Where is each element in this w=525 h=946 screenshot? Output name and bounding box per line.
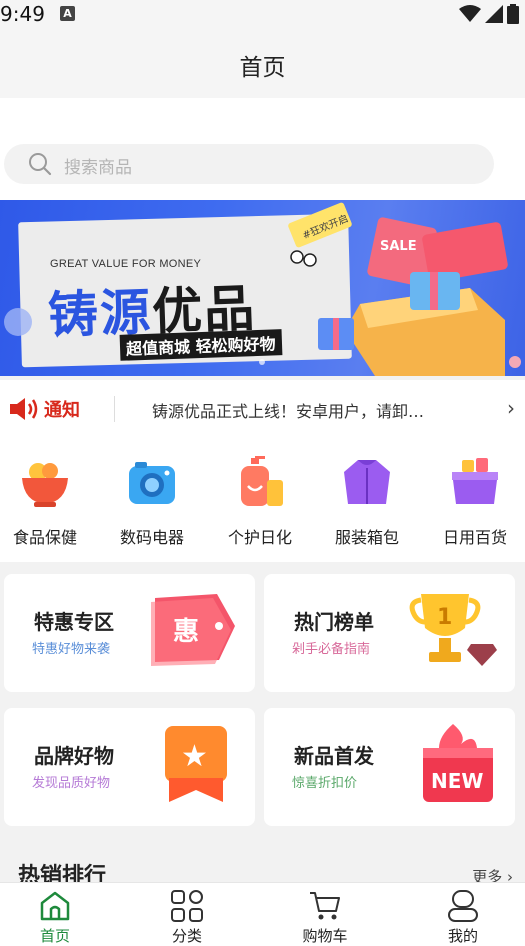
tab-label: 分类 [171,927,202,945]
cart-icon [310,892,340,920]
new-gift-box-icon: NEW [423,724,493,802]
promo-card-ranking[interactable]: 热门榜单 剁手必备指南 1 [264,574,515,692]
signal-icon [485,5,503,23]
notice-text: 铸源优品正式上线！安卓用户，请卸… [152,402,425,421]
status-bar: 9:49 A [0,0,525,30]
discount-tag-icon: 惠 [151,594,235,666]
tab-label: 我的 [447,927,478,945]
promo-badge: ★ [181,739,208,774]
category-label: 服装箱包 [334,528,399,547]
grid-icon [171,890,203,922]
trophy-icon: 1 [409,594,497,666]
promo-title: 热门榜单 [294,610,374,634]
category-digital[interactable]: 数码电器 [107,456,197,548]
promo-banner[interactable]: GREAT VALUE FOR MONEY 铸源优品 超值商城 轻松购好物 #狂… [0,200,525,376]
category-label: 个护日化 [227,528,292,547]
jacket-icon [344,460,390,504]
tab-label: 购物车 [302,927,348,945]
tab-profile[interactable]: 我的 [418,889,508,946]
category-daily-goods[interactable]: 日用百货 [430,456,520,548]
user-icon [448,890,478,922]
cosmetics-icon [241,456,283,506]
speaker-icon [10,398,38,420]
banner-decoration: #狂欢开启 SALE [4,202,521,376]
promo-card-discount[interactable]: 特惠专区 特惠好物来袭 惠 [4,574,255,692]
promo-subtitle: 发现品质好物 [32,776,111,791]
notice-bar[interactable]: 通知 铸源优品正式上线！安卓用户，请卸… › [0,380,525,436]
category-grid: 食品保健 数码电器 个护日化 服装箱包 日用百货 [0,436,525,562]
chevron-right-icon: › [507,396,515,420]
notification-icon: A [60,6,75,21]
bottom-tab-bar: 首页 分类 购物车 我的 [0,882,525,946]
category-label: 食品保健 [12,528,77,547]
category-food[interactable]: 食品保健 [0,456,90,548]
promo-subtitle: 剁手必备指南 [292,642,371,657]
category-label: 日用百货 [442,528,507,547]
category-clothing[interactable]: 服装箱包 [322,456,412,548]
food-bowl-icon [22,463,68,507]
promo-badge: 惠 [173,617,199,647]
promo-title: 新品首发 [294,744,374,768]
promo-title: 特惠专区 [34,610,114,634]
promo-title: 品牌好物 [34,744,114,768]
category-personal-care[interactable]: 个护日化 [215,456,305,548]
notice-label: 通知 [44,400,80,421]
svg-text:SALE: SALE [380,239,417,254]
tab-category[interactable]: 分类 [142,889,232,946]
basket-icon [452,458,498,504]
tab-cart[interactable]: 购物车 [280,889,370,946]
category-label: 数码电器 [119,528,184,547]
page-title: 首页 [239,55,286,81]
notice-divider [114,396,115,422]
page-header: 首页 [0,30,525,98]
search-placeholder: 搜索商品 [64,158,132,178]
battery-icon [507,4,519,24]
wifi-icon [459,5,481,22]
promo-badge: NEW [431,769,483,793]
search-input[interactable]: 搜索商品 [4,144,494,184]
home-icon [40,891,70,921]
status-icons [459,4,519,24]
promo-subtitle: 惊喜折扣价 [292,776,358,791]
search-icon [29,153,52,176]
promo-badge: 1 [437,605,452,630]
badge-star-icon: ★ [165,726,227,802]
promo-subtitle: 特惠好物来袭 [32,642,111,657]
promo-card-new[interactable]: 新品首发 惊喜折扣价 NEW [264,708,515,826]
camera-icon [129,462,175,504]
tab-label: 首页 [39,927,70,945]
tab-home[interactable]: 首页 [10,889,100,946]
promo-card-brand[interactable]: 品牌好物 发现品质好物 ★ [4,708,255,826]
status-time: 9:49 [0,2,45,26]
